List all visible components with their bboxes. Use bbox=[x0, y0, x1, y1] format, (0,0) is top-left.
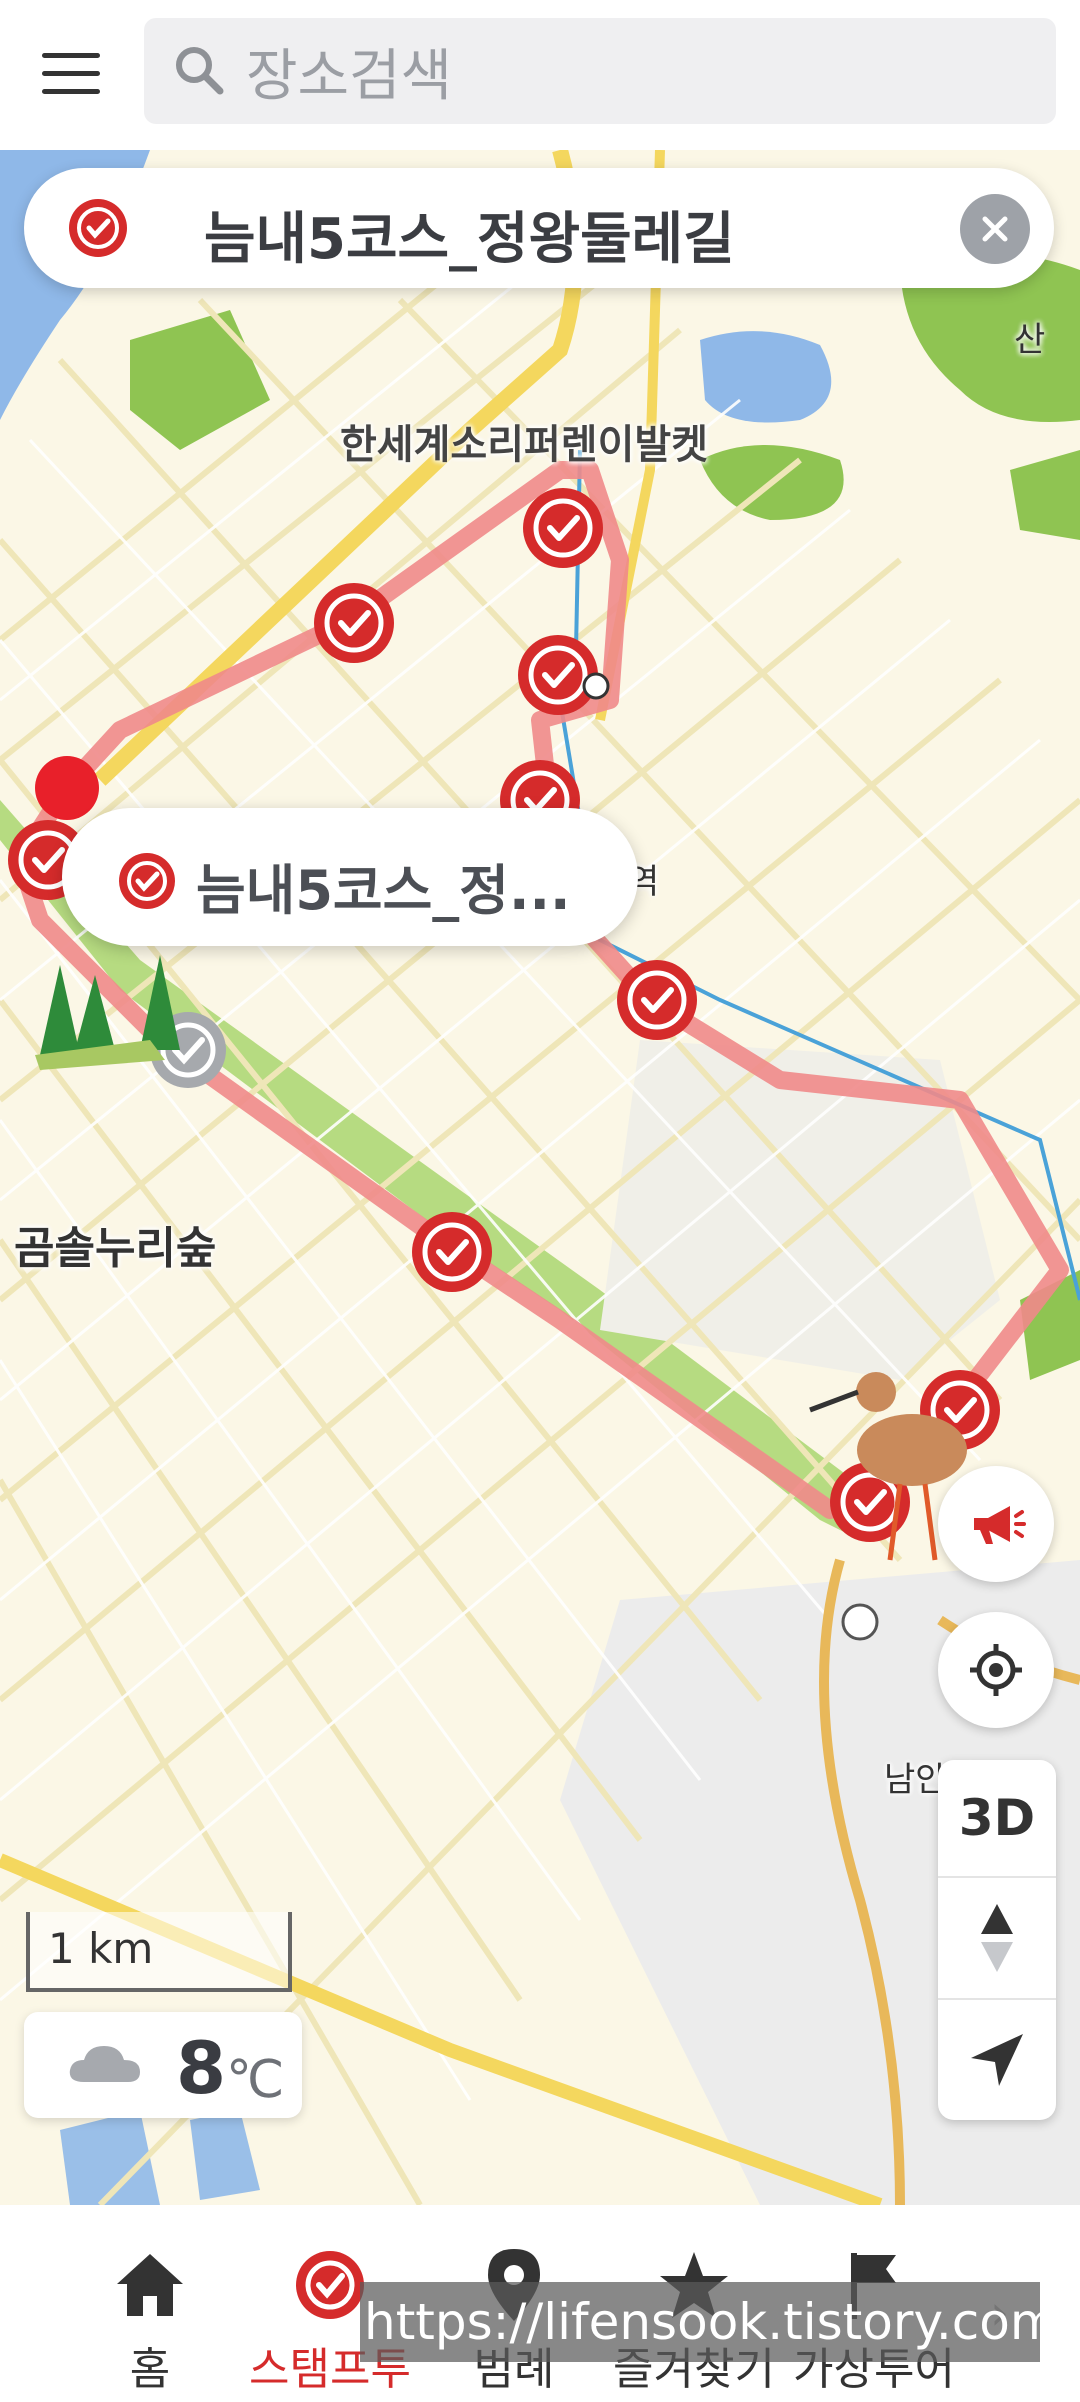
crosshair-icon bbox=[970, 1644, 1022, 1696]
announcement-button[interactable] bbox=[938, 1466, 1054, 1582]
temperature-value: 8 bbox=[176, 2026, 227, 2110]
home-icon bbox=[117, 2254, 183, 2316]
stamp-icon bbox=[296, 2251, 364, 2319]
navigate-button[interactable] bbox=[938, 2000, 1056, 2120]
nav-home-label: 홈 bbox=[129, 2344, 171, 2395]
clear-course-button[interactable] bbox=[960, 194, 1030, 264]
map-view[interactable]: 한세계소리퍼렌이발켓 산 오이도역 곰솔누리숲 남안산 bbox=[0, 150, 1080, 2205]
course-popup-label[interactable]: 늠내5코스_정... bbox=[62, 808, 638, 946]
map-control-stack: 3D bbox=[938, 1760, 1056, 2120]
close-icon bbox=[982, 216, 1008, 242]
toggle-3d-button[interactable]: 3D bbox=[938, 1760, 1056, 1878]
map-label-area: 한세계소리퍼렌이발켓 bbox=[340, 422, 708, 468]
scale-label: 1 km bbox=[48, 1924, 154, 1973]
hamburger-icon bbox=[42, 52, 100, 58]
map-scale: 1 km bbox=[26, 1912, 292, 1992]
temperature-unit: ℃ bbox=[226, 2050, 285, 2110]
tilt-button[interactable] bbox=[938, 1878, 1056, 2000]
hamburger-line bbox=[42, 88, 100, 94]
current-location-button[interactable] bbox=[938, 1612, 1054, 1728]
search-input[interactable]: 장소검색 bbox=[144, 18, 1056, 124]
map-label-area-ne: 산 bbox=[1014, 320, 1046, 360]
selected-course-bar[interactable]: 늠내5코스_정왕둘레길 bbox=[24, 168, 1054, 288]
search-placeholder: 장소검색 bbox=[246, 43, 453, 109]
menu-button[interactable] bbox=[30, 35, 112, 111]
cloud-icon bbox=[69, 2046, 140, 2082]
popup-course-title: 늠내5코스_정... bbox=[196, 859, 571, 922]
search-icon bbox=[176, 47, 224, 95]
tilt-arrows-icon bbox=[981, 1904, 1013, 1972]
stamp-icon bbox=[69, 199, 127, 257]
hamburger-line bbox=[42, 70, 100, 76]
watermark: https://lifensook.tistory.com bbox=[360, 2282, 1040, 2362]
weather-widget[interactable]: 8 ℃ bbox=[24, 2012, 302, 2118]
megaphone-icon bbox=[974, 1506, 1026, 1544]
map-label-forest: 곰솔누리숲 bbox=[14, 1223, 217, 1274]
top-bar: 장소검색 bbox=[0, 0, 1080, 150]
stamp-icon bbox=[119, 853, 175, 909]
nav-home[interactable]: 홈 bbox=[60, 2245, 240, 2397]
course-title: 늠내5코스_정왕둘레길 bbox=[204, 207, 735, 272]
navigation-arrow-icon bbox=[971, 2034, 1023, 2086]
